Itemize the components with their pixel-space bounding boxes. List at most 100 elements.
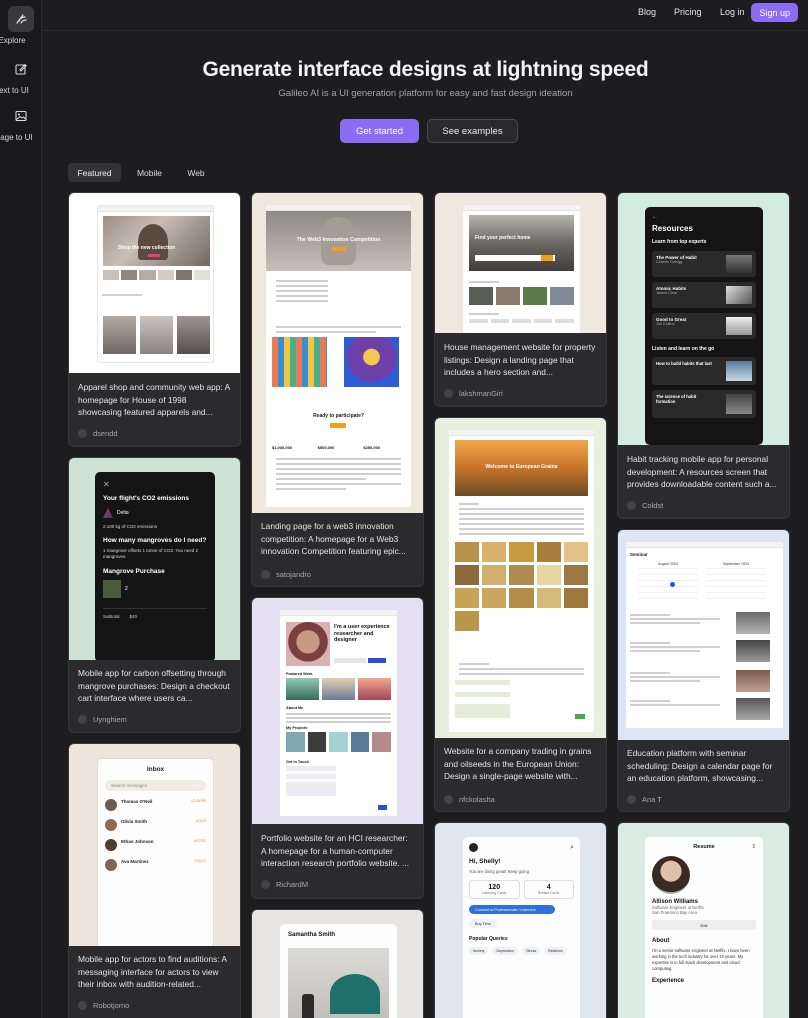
thumb-text: Buy Time — [469, 919, 497, 928]
thumb-text: The Web3 Innovation Competition — [296, 237, 381, 243]
thumb-text: 2,100 kg of CO2 emissions — [103, 524, 158, 529]
design-card[interactable]: Shop the new collection Apparel shop and… — [68, 192, 241, 447]
thumb-text: You are doing great! Keep going. — [469, 869, 531, 874]
tab-web[interactable]: Web — [178, 163, 214, 182]
avatar — [627, 501, 636, 510]
card-author: Ana T — [627, 795, 662, 804]
author-name: Coldst — [642, 501, 664, 510]
avatar — [469, 843, 478, 852]
avatar — [78, 429, 87, 438]
thumb-text: The science of habit formation — [656, 394, 697, 404]
card-author: RichardM — [261, 880, 308, 889]
thumb-text: Relations — [544, 947, 567, 955]
design-card[interactable]: ✕ Your flight's CO2 emissions Delta 2,10… — [68, 457, 241, 733]
card-author: Coldst — [627, 501, 663, 510]
thumb-text: $250,000 — [363, 445, 381, 450]
thumb-text: My Projects — [286, 726, 308, 730]
card-author: Robotjomo — [78, 1001, 129, 1010]
thumb-text: September 2024 — [723, 562, 749, 566]
search-icon: ⌕ — [570, 843, 574, 851]
design-card[interactable]: Inbox Search messages Thomas O'Neil 12:45… — [68, 743, 241, 1018]
thumb-text: Resources — [652, 224, 693, 233]
card-description: Mobile app for actors to find auditions:… — [78, 954, 227, 989]
thumb-text: Hi, Shelly! — [469, 858, 501, 865]
nav-pricing[interactable]: Pricing — [674, 7, 702, 17]
page-subtitle: Galileo AI is a UI generation platform f… — [278, 88, 573, 99]
sidebar-item-text-to-ui[interactable]: Text to UI — [0, 56, 42, 95]
card-author: Uynghiem — [78, 715, 127, 724]
thumb-text: Thomas O'Neil — [121, 799, 153, 804]
signup-button[interactable]: Sign up — [751, 3, 798, 22]
thumb-text: Your flight's CO2 emissions — [103, 495, 189, 502]
avatar — [261, 570, 270, 579]
design-card[interactable]: Find your perfect home House management … — [434, 192, 607, 407]
thumb-text: $40 — [129, 614, 138, 619]
nav-blog[interactable]: Blog — [638, 7, 656, 17]
thumb-text: 4 — [546, 884, 551, 891]
design-card[interactable]: The Web3 Innovation Competition Ready to… — [251, 192, 424, 587]
thumb-text: I'm a senior software engineer at Netfli… — [652, 948, 750, 971]
card-thumbnail: The Web3 Innovation Competition Ready to… — [252, 193, 423, 513]
thumb-text: Listening Cards — [482, 891, 507, 895]
design-card[interactable]: Samantha Smith — [251, 909, 424, 1018]
thumb-text: Listen and learn on the go — [652, 346, 715, 352]
author-name: satojandro — [276, 570, 312, 579]
thumb-text: Connect to Professionals / Listeners — [469, 905, 555, 914]
thumb-text: Resume — [693, 844, 715, 850]
top-nav: Blog Pricing Log in Sign up — [43, 0, 808, 31]
thumb-text: Seminar — [630, 552, 648, 557]
thumb-text: Featured Work — [286, 672, 313, 676]
thumb-text: 6/17/22 — [194, 839, 206, 843]
author-name: Ana T — [642, 795, 662, 804]
card-thumbnail: Welcome to European Grains — [435, 418, 606, 738]
card-description: House management website for property li… — [444, 342, 596, 377]
avatar — [78, 1001, 87, 1010]
card-description: Education platform with seminar scheduli… — [627, 748, 773, 783]
thumb-text: Find your perfect home — [475, 235, 531, 241]
sidebar: Explore Text to UI Image to UI — [0, 0, 42, 1018]
back-icon: ← — [652, 214, 658, 220]
avatar — [444, 795, 453, 804]
thumb-text: Anxiety — [469, 947, 489, 955]
image-icon — [8, 103, 34, 129]
thumb-text: $500,000 — [317, 445, 335, 450]
thumb-text: 1 mangrove offsets 1 tonne of CO2. You n… — [103, 548, 198, 559]
card-thumbnail: Seminar August 2024 September 2024 — [618, 530, 789, 740]
card-thumbnail: ⌕ Hi, Shelly! You are doing great! Keep … — [435, 823, 606, 1018]
design-card[interactable]: Welcome to European Grains Website for a… — [434, 417, 607, 812]
card-thumbnail: Inbox Search messages Thomas O'Neil 12:45… — [69, 744, 240, 946]
thumb-text: How to build habits that last — [656, 361, 712, 366]
tab-featured[interactable]: Featured — [68, 163, 121, 182]
avatar — [444, 389, 453, 398]
card-description: Mobile app for carbon offsetting through… — [78, 668, 230, 703]
sidebar-item-explore[interactable]: Explore — [0, 6, 42, 45]
author-name: dsendd — [93, 429, 118, 438]
design-card[interactable]: I'm a user experience researcher and des… — [251, 597, 424, 899]
thumb-text: How many mangroves do I need? — [103, 537, 207, 544]
nav-login[interactable]: Log in — [720, 7, 745, 17]
thumb-text: About — [652, 938, 670, 944]
design-card[interactable]: Seminar August 2024 September 2024 Educa… — [617, 529, 790, 812]
see-examples-button[interactable]: See examples — [427, 119, 518, 143]
thumb-text: Ethan Johnson — [121, 839, 154, 844]
get-started-button[interactable]: Get started — [340, 119, 419, 143]
thumb-text: Inbox — [146, 766, 165, 773]
thumb-text: 12:45 PM — [191, 799, 206, 803]
author-name: lakshmanGiri — [459, 389, 503, 398]
thumb-text: Subtotal — [103, 614, 120, 619]
card-thumbnail: ✕ Your flight's CO2 emissions Delta 2,10… — [69, 458, 240, 660]
avatar — [261, 880, 270, 889]
sidebar-item-label: Text to UI — [0, 86, 29, 95]
design-card[interactable]: ⌕ Hi, Shelly! You are doing great! Keep … — [434, 822, 607, 1018]
thumb-text: 120 — [488, 884, 501, 891]
close-icon: ✕ — [103, 480, 110, 489]
author-name: nfckolasha — [459, 795, 495, 804]
thumb-text: Welcome to European Grains — [485, 464, 558, 470]
thumb-text: Samantha Smith — [288, 932, 336, 938]
sidebar-item-image-to-ui[interactable]: Image to UI — [0, 103, 42, 142]
card-author: satojandro — [261, 570, 311, 579]
tab-mobile[interactable]: Mobile — [128, 163, 171, 182]
design-card[interactable]: Resume ⇪ Allison Williams Software Engin… — [617, 822, 790, 1018]
thumb-text: About Me — [286, 706, 304, 710]
design-card[interactable]: ← Resources Learn from top experts The P… — [617, 192, 790, 519]
